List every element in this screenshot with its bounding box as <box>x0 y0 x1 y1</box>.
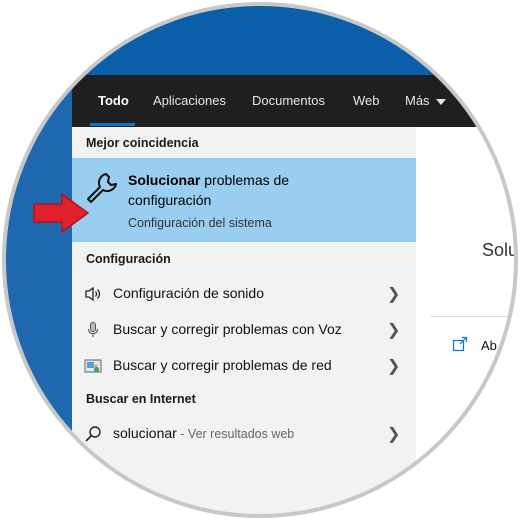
desktop-strip <box>72 0 520 75</box>
web-search-hint: - Ver resultados web <box>176 427 295 441</box>
chevron-right-icon[interactable]: ❯ <box>387 424 400 444</box>
tab-aplicaciones[interactable]: Aplicaciones <box>153 75 226 127</box>
search-icon <box>85 426 101 442</box>
best-match-title: Solucionar problemas de configuración <box>128 170 348 210</box>
chevron-right-icon[interactable]: ❯ <box>387 320 400 340</box>
microphone-icon <box>87 322 99 337</box>
network-icon <box>84 359 102 373</box>
web-search-label: solucionar - Ver resultados web <box>113 425 294 441</box>
preview-divider <box>430 316 520 317</box>
red-arrow-icon <box>33 192 90 234</box>
list-item-label: Buscar y corregir problemas con Voz <box>113 321 342 337</box>
list-item-network[interactable]: Buscar y corregir problemas de red ❯ <box>72 348 416 384</box>
active-tab-indicator <box>90 123 135 126</box>
best-match-title-bold: Solucionar <box>128 172 201 188</box>
list-item-sound[interactable]: Configuración de sonido ❯ <box>72 276 416 312</box>
tab-mas[interactable]: Más <box>405 75 446 127</box>
search-tabs-bar: Todo Aplicaciones Documentos Web Más <box>72 75 520 127</box>
tab-web[interactable]: Web <box>353 75 380 127</box>
preview-open-label[interactable]: Ab <box>481 338 497 353</box>
open-icon[interactable] <box>452 336 468 352</box>
section-best-match: Mejor coincidencia <box>86 136 199 150</box>
speaker-icon <box>85 286 101 302</box>
chevron-right-icon[interactable]: ❯ <box>387 284 400 304</box>
tab-mas-label: Más <box>405 93 430 108</box>
list-item-voice[interactable]: Buscar y corregir problemas con Voz ❯ <box>72 312 416 348</box>
chevron-right-icon[interactable]: ❯ <box>387 356 400 376</box>
web-search-item[interactable]: solucionar - Ver resultados web ❯ <box>72 416 416 452</box>
tab-todo[interactable]: Todo <box>98 75 129 127</box>
preview-pane <box>416 127 520 520</box>
caret-down-icon <box>435 98 446 105</box>
web-search-query: solucionar <box>113 425 177 441</box>
tab-documentos[interactable]: Documentos <box>252 75 325 127</box>
section-settings: Configuración <box>86 252 171 266</box>
list-item-label: Configuración de sonido <box>113 285 264 301</box>
section-internet: Buscar en Internet <box>86 392 196 406</box>
preview-title: Solu <box>482 240 519 260</box>
best-match-subtitle: Configuración del sistema <box>128 216 272 230</box>
list-item-label: Buscar y corregir problemas de red <box>113 357 332 373</box>
